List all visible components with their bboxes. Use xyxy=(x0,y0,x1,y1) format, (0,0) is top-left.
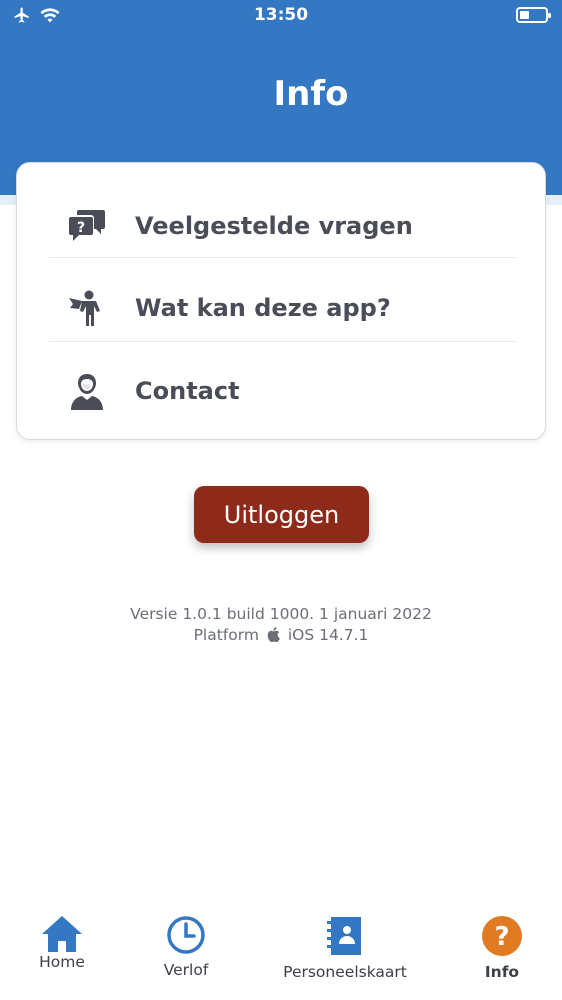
menu-item-label: Contact xyxy=(135,377,240,405)
faq-chat-icon: ? xyxy=(67,206,107,246)
tab-label: Verlof xyxy=(163,961,209,979)
superhero-icon xyxy=(67,288,107,328)
tab-info[interactable]: ? Info xyxy=(478,915,526,981)
support-agent-icon xyxy=(67,371,107,411)
version-line: Versie 1.0.1 build 1000. 1 januari 2022 xyxy=(130,605,432,623)
divider xyxy=(49,257,517,258)
menu-item-label: Veelgestelde vragen xyxy=(135,212,413,240)
menu-item-faq[interactable]: ? Veelgestelde vragen xyxy=(49,184,517,268)
logout-button[interactable]: Uitloggen xyxy=(194,486,369,543)
info-menu-card: ? Veelgestelde vragen Wat kan deze app? xyxy=(16,162,546,440)
tab-personeelskaart[interactable]: Personeelskaart xyxy=(283,915,407,981)
page-title: Info xyxy=(273,74,349,114)
tab-verlof[interactable]: Verlof xyxy=(160,915,212,979)
menu-item-label: Wat kan deze app? xyxy=(135,294,391,322)
contact-book-icon xyxy=(325,915,365,961)
svg-text:?: ? xyxy=(494,922,509,952)
home-icon xyxy=(41,915,83,957)
tab-label: Personeelskaart xyxy=(283,963,407,981)
battery-icon xyxy=(516,7,551,23)
tab-label: Home xyxy=(39,953,85,971)
version-info: Versie 1.0.1 build 1000. 1 januari 2022 … xyxy=(0,604,562,648)
menu-item-app-features[interactable]: Wat kan deze app? xyxy=(49,266,517,350)
clock-icon xyxy=(166,915,206,959)
tab-home[interactable]: Home xyxy=(36,915,88,971)
apple-icon xyxy=(267,627,280,648)
svg-text:?: ? xyxy=(77,220,85,236)
tab-bar: Home Verlof Personeelskaart ? Info xyxy=(0,915,562,1000)
platform-line: Platform iOS 14.7.1 xyxy=(0,625,562,648)
tab-label: Info xyxy=(484,963,520,981)
divider xyxy=(49,341,517,342)
status-bar: 13:50 xyxy=(0,0,562,32)
question-icon: ? xyxy=(481,915,523,961)
status-time: 13:50 xyxy=(253,5,309,25)
menu-item-contact[interactable]: Contact xyxy=(49,349,517,433)
